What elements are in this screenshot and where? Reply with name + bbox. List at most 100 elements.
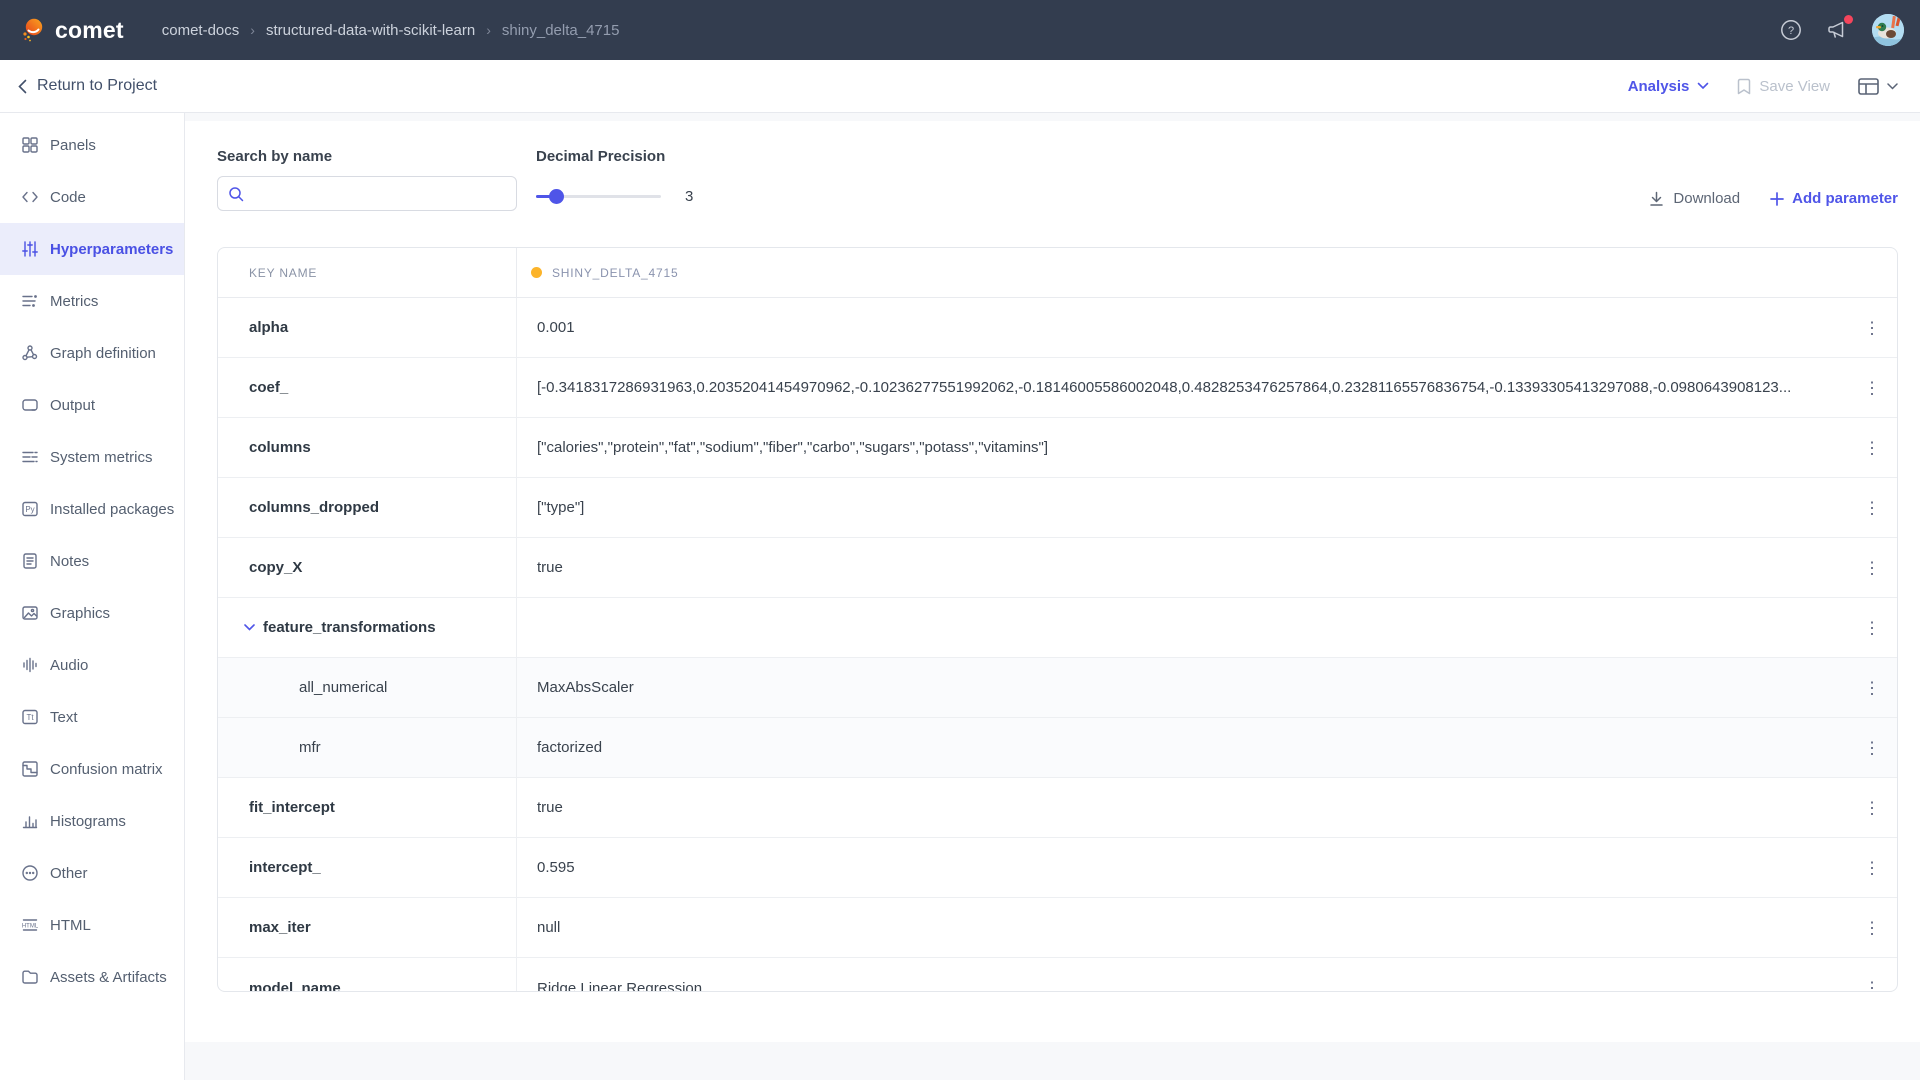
parameter-key: copy_X: [249, 559, 302, 576]
row-menu-icon[interactable]: ⋮: [1861, 980, 1883, 993]
row-menu-icon[interactable]: ⋮: [1861, 739, 1883, 756]
parameter-value-cell: true: [517, 778, 1897, 837]
sidebar-item-text[interactable]: Tt Text: [0, 691, 184, 743]
parameter-key-cell: alpha: [218, 298, 517, 357]
search-box[interactable]: [217, 176, 517, 211]
brand-name: comet: [55, 17, 124, 44]
slider-thumb[interactable]: [549, 189, 564, 204]
sidebar-item-notes[interactable]: Notes: [0, 535, 184, 587]
confusion-matrix-icon: [21, 760, 39, 778]
row-menu-icon[interactable]: ⋮: [1861, 919, 1883, 936]
breadcrumb: comet-docs›structured-data-with-scikit-l…: [162, 22, 620, 39]
sidebar-item-graph-definition[interactable]: Graph definition: [0, 327, 184, 379]
system-metrics-icon: [21, 448, 39, 466]
sidebar-item-label: HTML: [50, 917, 91, 934]
sidebar-item-label: Confusion matrix: [50, 761, 163, 778]
layout-view-dropdown[interactable]: [1858, 78, 1898, 95]
hyperparameters-table: KEY NAME SHINY_DELTA_4715 alpha 0.001 ⋮: [217, 247, 1898, 992]
row-menu-icon[interactable]: ⋮: [1861, 559, 1883, 576]
sidebar-item-label: Output: [50, 397, 95, 414]
parameter-value: ["calories","protein","fat","sodium","fi…: [537, 439, 1048, 456]
sidebar-item-hyperparameters[interactable]: Hyperparameters: [0, 223, 184, 275]
notes-icon: [21, 552, 39, 570]
parameter-key: columns: [249, 439, 311, 456]
sidebar-item-graphics[interactable]: Graphics: [0, 587, 184, 639]
chevron-left-icon: [18, 79, 27, 94]
toolbar-actions: Analysis Save View: [1628, 78, 1898, 95]
sidebar-item-label: System metrics: [50, 449, 153, 466]
parameter-key-cell: copy_X: [218, 538, 517, 597]
column-header-key-name: KEY NAME: [218, 248, 517, 297]
code-icon: [21, 188, 39, 206]
row-menu-icon[interactable]: ⋮: [1861, 679, 1883, 696]
row-menu-icon[interactable]: ⋮: [1861, 799, 1883, 816]
search-input[interactable]: [252, 185, 506, 202]
parameter-key-cell: columns_dropped: [218, 478, 517, 537]
decimal-precision-slider[interactable]: [536, 195, 661, 198]
chevron-down-icon[interactable]: [244, 624, 255, 631]
panels-icon: [21, 136, 39, 154]
row-menu-icon[interactable]: ⋮: [1861, 619, 1883, 636]
sidebar-item-installed-packages[interactable]: Py Installed packages: [0, 483, 184, 535]
parameter-value-cell: 0.595: [517, 838, 1897, 897]
parameter-key: feature_transformations: [263, 619, 436, 636]
parameter-value: 0.595: [537, 859, 575, 876]
help-icon[interactable]: ?: [1780, 19, 1802, 41]
table-row-copy_X: copy_X true ⋮: [218, 538, 1897, 598]
sidebar-item-code[interactable]: Code: [0, 171, 184, 223]
add-parameter-label: Add parameter: [1792, 190, 1898, 207]
sidebar-item-audio[interactable]: Audio: [0, 639, 184, 691]
row-menu-icon[interactable]: ⋮: [1861, 499, 1883, 516]
svg-text:HTML: HTML: [22, 924, 39, 930]
parameter-value-cell: [517, 598, 1897, 657]
row-menu-icon[interactable]: ⋮: [1861, 439, 1883, 456]
parameter-key: coef_: [249, 379, 288, 396]
sidebar-item-panels[interactable]: Panels: [0, 119, 184, 171]
sidebar-item-assets-artifacts[interactable]: Assets & Artifacts: [0, 951, 184, 1003]
table-row-columns_dropped: columns_dropped ["type"] ⋮: [218, 478, 1897, 538]
table-row-fit_intercept: fit_intercept true ⋮: [218, 778, 1897, 838]
row-menu-icon[interactable]: ⋮: [1861, 379, 1883, 396]
comet-logo[interactable]: comet: [20, 17, 124, 44]
table-row-model_name: model_name Ridge Linear Regression ⋮: [218, 958, 1897, 992]
save-view-button[interactable]: Save View: [1737, 78, 1830, 95]
parameter-value-cell: [-0.3418317286931963,0.20352041454970962…: [517, 358, 1897, 417]
sidebar-item-label: Graph definition: [50, 345, 156, 362]
parameter-key-cell: mfr: [218, 718, 517, 777]
download-button[interactable]: Download: [1649, 190, 1740, 207]
breadcrumb-item[interactable]: structured-data-with-scikit-learn: [266, 22, 475, 39]
parameter-key: model_name: [249, 980, 341, 993]
row-menu-icon[interactable]: ⋮: [1861, 859, 1883, 876]
sidebar-item-confusion-matrix[interactable]: Confusion matrix: [0, 743, 184, 795]
sidebar: Panels Code Hyperparameters Metrics Grap…: [0, 113, 185, 1080]
return-to-project-link[interactable]: Return to Project: [18, 77, 157, 95]
sidebar-item-system-metrics[interactable]: System metrics: [0, 431, 184, 483]
parameter-value-cell: true: [517, 538, 1897, 597]
row-menu-icon[interactable]: ⋮: [1861, 319, 1883, 336]
parameter-key: all_numerical: [299, 679, 387, 696]
sidebar-item-histograms[interactable]: Histograms: [0, 795, 184, 847]
sidebar-item-metrics[interactable]: Metrics: [0, 275, 184, 327]
svg-text:Py: Py: [25, 505, 34, 514]
save-view-label: Save View: [1759, 78, 1830, 95]
add-parameter-button[interactable]: Add parameter: [1770, 190, 1898, 207]
sidebar-item-label: Panels: [50, 137, 96, 154]
parameter-key-cell: all_numerical: [218, 658, 517, 717]
top-navigation-bar: comet comet-docs›structured-data-with-sc…: [0, 0, 1920, 60]
breadcrumb-item[interactable]: comet-docs: [162, 22, 240, 39]
sidebar-item-label: Text: [50, 709, 78, 726]
table-row-alpha: alpha 0.001 ⋮: [218, 298, 1897, 358]
metrics-icon: [21, 292, 39, 310]
sidebar-item-label: Graphics: [50, 605, 110, 622]
search-label: Search by name: [217, 148, 517, 165]
sidebar-item-label: Other: [50, 865, 88, 882]
user-avatar[interactable]: [1872, 14, 1904, 46]
parameter-value: ["type"]: [537, 499, 584, 516]
sidebar-item-other[interactable]: Other: [0, 847, 184, 899]
analysis-dropdown[interactable]: Analysis: [1628, 78, 1710, 95]
sidebar-item-html[interactable]: HTML HTML: [0, 899, 184, 951]
sidebar-item-label: Code: [50, 189, 86, 206]
sidebar-item-output[interactable]: Output: [0, 379, 184, 431]
parameter-key: fit_intercept: [249, 799, 335, 816]
announcements-icon[interactable]: [1826, 19, 1848, 41]
